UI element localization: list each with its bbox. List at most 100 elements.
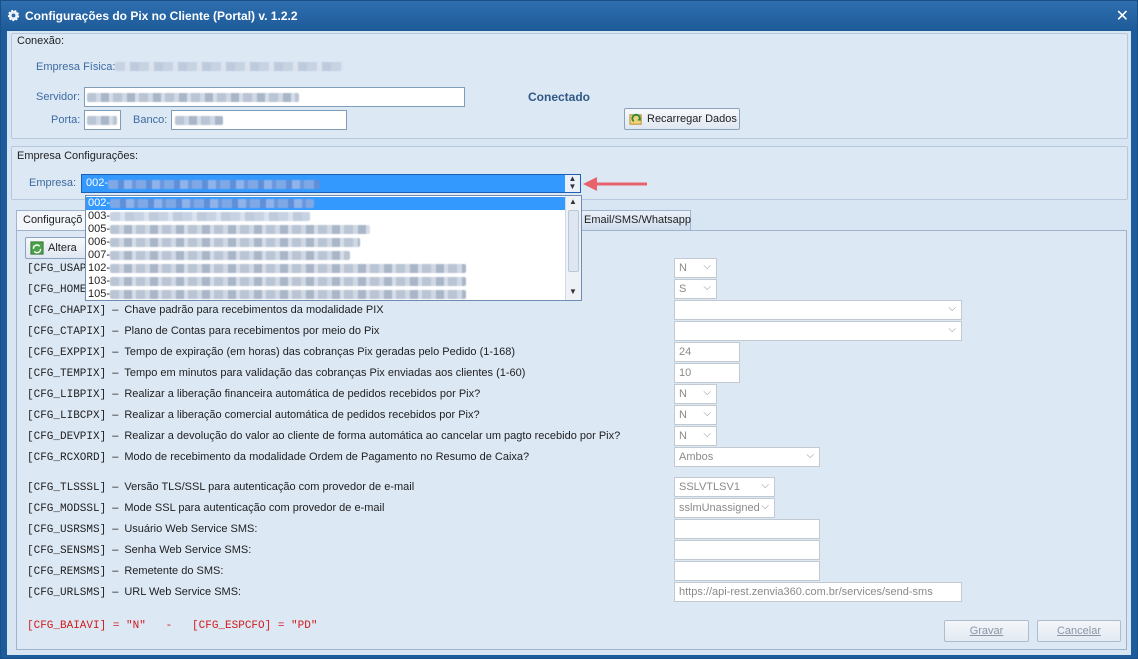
config-row: [CFG_LIBPIX] – Realizar a liberação financ… (27, 388, 481, 401)
close-icon[interactable]: ✕ (1116, 6, 1129, 26)
config-value-field[interactable] (674, 540, 820, 560)
dropdown-option[interactable]: 005- (86, 223, 566, 236)
config-desc: Chave padrão para recebimentos da modali… (124, 304, 384, 316)
title-bar: Configurações do Pix no Cliente (Portal)… (1, 1, 1137, 31)
config-value: sslmUnassigned (679, 502, 760, 514)
dropdown-option-name (110, 212, 310, 221)
servidor-field[interactable] (84, 87, 465, 107)
scroll-down-icon[interactable]: ▼ (569, 287, 577, 296)
dropdown-option[interactable]: 102- (86, 262, 566, 275)
config-value-select[interactable]: N ⌵ (674, 258, 717, 278)
chevron-down-icon: ⌵ (703, 282, 711, 293)
dropdown-option-name (110, 277, 466, 286)
dropdown-option-code: 103- (88, 275, 111, 287)
config-value-select[interactable]: N ⌵ (674, 405, 717, 425)
dropdown-option[interactable]: 002- (86, 197, 566, 210)
config-code: [CFG_DEVPIX] (27, 431, 107, 443)
config-desc: Versão TLS/SSL para autenticação com pro… (124, 481, 415, 493)
config-row: [CFG_LIBCPX] – Realizar a liberação comerc… (27, 409, 480, 422)
cancel-button[interactable]: Cancelar (1037, 620, 1121, 642)
chevron-down-icon: ⌵ (761, 501, 769, 512)
tab-email-sms-whatsapp[interactable]: Email/SMS/Whatsapp (577, 210, 691, 230)
main-window: Configurações do Pix no Cliente (Portal)… (0, 0, 1138, 659)
config-value-select[interactable]: Ambos ⌵ (674, 447, 820, 467)
chevron-down-icon: ⌵ (703, 429, 711, 440)
dropdown-option-name (110, 251, 350, 260)
dropdown-option-code: 007- (88, 249, 111, 261)
dropdown-option-name (110, 264, 466, 273)
config-row: [CFG_REMSMS] – Remetente do SMS: (27, 565, 224, 578)
config-value-field[interactable]: 10 (674, 363, 740, 383)
chevron-updown-icon: ▲ ▼ (565, 175, 580, 192)
reload-icon (629, 113, 642, 125)
config-value-select[interactable]: SSLVTLSV1 ⌵ (674, 477, 775, 497)
config-row: [CFG_HOME (27, 283, 86, 299)
dropdown-option-name (110, 238, 360, 247)
config-desc: Realizar a liberação financeira automáti… (124, 388, 481, 400)
scroll-up-icon[interactable]: ▲ (569, 197, 577, 206)
config-code: [CFG_TLSSSL] (27, 482, 107, 494)
dropdown-option[interactable]: 003- (86, 210, 566, 223)
config-row: [CFG_TLSSSL] – Versão TLS/SSL para autenti… (27, 481, 415, 494)
banco-value (175, 116, 223, 125)
config-row: [CFG_URLSMS] – URL Web Service SMS: (27, 586, 242, 599)
company-group-title: Empresa Configurações: (17, 150, 139, 162)
dropdown-option[interactable]: 105- (86, 288, 566, 300)
tab-configuracoes-label: Configuraçõ (23, 214, 83, 226)
config-desc: Tempo de expiração (em horas) das cobran… (124, 346, 516, 358)
gear-icon (7, 9, 20, 22)
config-value-select[interactable]: sslmUnassigned ⌵ (674, 498, 775, 518)
dropdown-option-name (110, 225, 370, 234)
reload-data-button[interactable]: Recarregar Dados (624, 108, 740, 130)
porta-value (87, 116, 117, 125)
chevron-down-icon: ⌵ (703, 408, 711, 419)
cancel-label: Cancelar (1056, 625, 1102, 637)
empresa-selected-prefix: 002- (86, 177, 109, 189)
config-value: N (679, 430, 687, 442)
config-code: [CFG_REMSMS] (27, 566, 107, 578)
config-value-field[interactable] (674, 561, 820, 581)
config-desc: Remetente do SMS: (124, 565, 224, 577)
banco-field[interactable] (171, 110, 347, 130)
dropdown-option-code: 005- (88, 223, 111, 235)
refresh-icon (30, 241, 44, 255)
chevron-down-icon: ⌵ (948, 324, 956, 335)
config-row: [CFG_SENSMS] – Senha Web Service SMS: (27, 544, 252, 557)
config-value: N (679, 262, 687, 274)
dropdown-option[interactable]: 103- (86, 275, 566, 288)
config-desc: Tempo em minutos para validação das cobr… (124, 367, 526, 379)
porta-field[interactable] (84, 110, 121, 130)
porta-label: Porta: (51, 114, 81, 126)
chevron-down-icon: ⌵ (806, 450, 814, 461)
config-row: [CFG_RCXORD] – Modo de recebimento da moda… (27, 451, 530, 464)
config-value-select[interactable]: N ⌵ (674, 426, 717, 446)
config-value-field[interactable]: https://api-rest.zenvia360.com.br/servic… (674, 582, 962, 602)
alter-label: Altera (48, 242, 77, 254)
dropdown-option[interactable]: 007- (86, 249, 566, 262)
dropdown-option-code: 003- (88, 210, 111, 222)
config-code: [CFG_CHAPIX] (27, 305, 107, 317)
save-button[interactable]: Gravar (944, 620, 1029, 642)
config-value-select[interactable]: N ⌵ (674, 384, 717, 404)
empresa-fisica-label: Empresa Física: (36, 61, 116, 73)
banco-label: Banco: (133, 114, 168, 126)
empresa-selected-name (108, 180, 320, 189)
tab-configuracoes[interactable]: Configuraçõ (16, 210, 90, 230)
empresa-select[interactable]: 002- ▲ ▼ (81, 174, 581, 193)
window-title: Configurações do Pix no Cliente (Portal)… (25, 9, 298, 23)
dropdown-option[interactable]: 006- (86, 236, 566, 249)
config-value-select[interactable]: ⌵ (674, 321, 962, 341)
config-code: [CFG_USRSMS] (27, 524, 107, 536)
config-code: [CFG_EXPPIX] (27, 347, 107, 359)
config-value-field[interactable]: 24 (674, 342, 740, 362)
config-value-select[interactable]: ⌵ (674, 300, 962, 320)
config-row: [CFG_EXPPIX] – Tempo de expiração (em hora… (27, 346, 516, 359)
config-desc: Mode SSL para autenticação com provedor … (124, 502, 385, 514)
scroll-thumb[interactable] (568, 210, 579, 272)
dropdown-scrollbar[interactable]: ▲ ▼ (565, 196, 581, 300)
empresa-fisica-value (115, 62, 343, 71)
config-row: [CFG_USRSMS] – Usuário Web Service SMS: (27, 523, 258, 536)
config-value-field[interactable] (674, 519, 820, 539)
config-desc: Realizar a liberação comercial automátic… (124, 409, 480, 421)
config-value-select[interactable]: S ⌵ (674, 279, 717, 299)
